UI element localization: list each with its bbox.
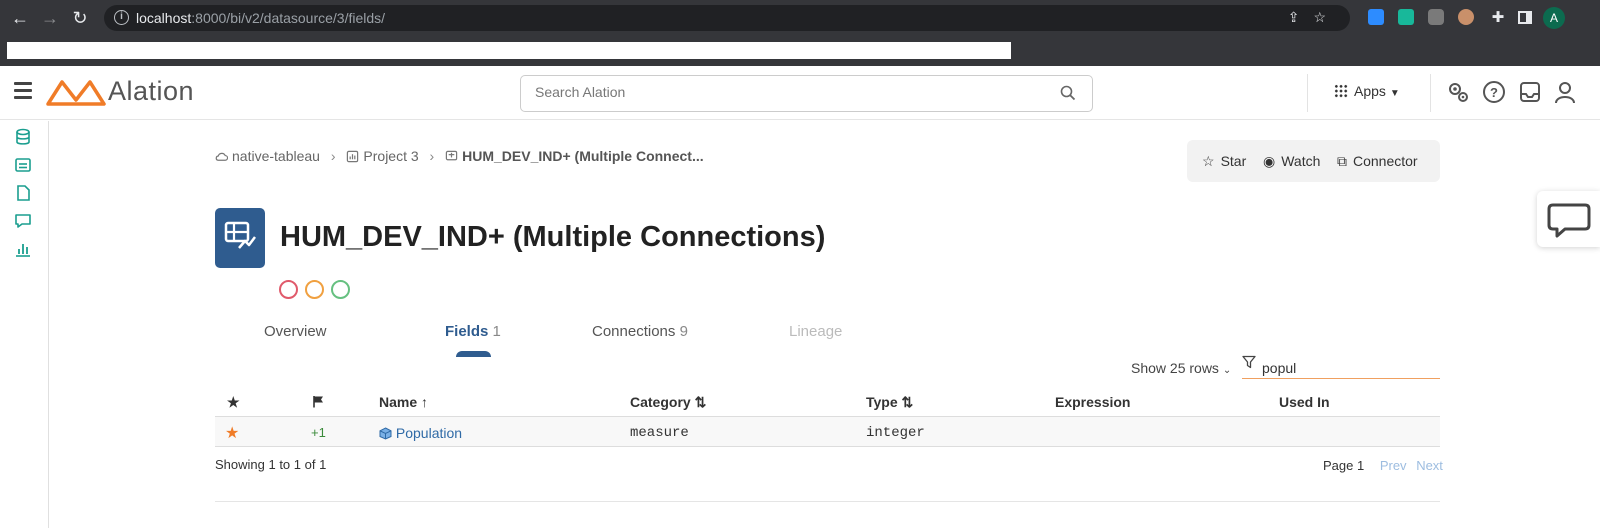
header-divider xyxy=(1430,74,1431,112)
avatar-extension-icon[interactable] xyxy=(1458,9,1474,25)
puzzle-extensions-icon[interactable]: ✚ xyxy=(1488,8,1508,28)
apps-menu[interactable]: Apps ▼ xyxy=(1334,83,1400,99)
datasource-icon xyxy=(445,150,458,161)
watch-button[interactable]: ◉ Watch xyxy=(1263,153,1320,170)
sort-asc-icon: ↑ xyxy=(421,394,429,410)
settings-gears-icon[interactable] xyxy=(1446,80,1470,104)
site-info-icon[interactable]: i xyxy=(114,10,129,25)
url-actions: ⇪☆ xyxy=(1288,9,1340,26)
connector-button[interactable]: ⧉ Connector xyxy=(1337,153,1418,170)
eye-icon: ◉ xyxy=(1263,153,1276,169)
column-category[interactable]: Category ⇅ xyxy=(630,394,706,411)
chat-bubble-icon xyxy=(1547,203,1591,238)
inbox-icon[interactable] xyxy=(1518,80,1542,104)
browser-chrome: ← → ↻ i localhost:8000/bi/v2/datasource/… xyxy=(0,0,1600,66)
help-icon[interactable]: ? xyxy=(1482,80,1506,104)
field-type: integer xyxy=(866,425,925,441)
status-dot-green[interactable] xyxy=(331,280,350,299)
reload-icon[interactable]: ↻ xyxy=(70,8,90,28)
star-button[interactable]: ☆ Star xyxy=(1202,153,1246,170)
status-dot-red[interactable] xyxy=(279,280,298,299)
bookmark-bar xyxy=(7,42,1011,59)
app-header: Alation Apps ▼ ? xyxy=(0,66,1600,120)
search-icon[interactable] xyxy=(1060,85,1076,101)
datasource-title-icon xyxy=(215,208,265,268)
table-filter[interactable] xyxy=(1242,355,1440,379)
database-icon[interactable] xyxy=(14,128,32,146)
star-column-icon[interactable]: ★ xyxy=(227,394,240,411)
measure-cube-icon xyxy=(379,427,392,440)
column-expression: Expression xyxy=(1055,394,1131,410)
search-input[interactable] xyxy=(535,84,1035,100)
filter-input[interactable] xyxy=(1262,360,1432,376)
tab-connections[interactable]: Connections 9 xyxy=(592,323,688,340)
showing-count: Showing 1 to 1 of 1 xyxy=(215,457,327,472)
breadcrumb-separator: › xyxy=(330,148,336,164)
camera-extension-icon[interactable] xyxy=(1428,9,1444,25)
divider xyxy=(215,501,1440,502)
tab-lineage: Lineage xyxy=(789,323,843,340)
user-profile-icon[interactable] xyxy=(1553,80,1577,104)
table-header: ★ Name ↑ Category ⇅ Type ⇅ Expression Us… xyxy=(215,386,1440,417)
object-actions: ☆ Star ◉ Watch ⧉ Connector xyxy=(1187,140,1440,182)
breadcrumb-separator: › xyxy=(429,148,435,164)
breadcrumb-item-site[interactable]: native-tableau xyxy=(232,148,320,164)
next-page-link: Next xyxy=(1416,458,1443,473)
pagination: Page 1 Prev Next xyxy=(1323,458,1443,473)
flag-column-icon[interactable] xyxy=(312,395,324,408)
page-number: Page 1 xyxy=(1323,458,1365,473)
chevron-down-icon: ⌄ xyxy=(1222,365,1232,376)
forward-icon[interactable]: → xyxy=(40,8,60,28)
cloud-icon xyxy=(215,152,228,161)
prev-page-link: Prev xyxy=(1379,458,1407,473)
sort-icon: ⇅ xyxy=(901,394,914,410)
column-type[interactable]: Type ⇅ xyxy=(866,394,913,411)
status-dot-orange[interactable] xyxy=(305,280,324,299)
browser-toolbar: ← → ↻ i localhost:8000/bi/v2/datasource/… xyxy=(0,0,1600,36)
document-icon[interactable] xyxy=(14,184,32,202)
sort-icon: ⇅ xyxy=(694,394,707,410)
left-rail xyxy=(0,121,49,528)
menu-icon[interactable] xyxy=(14,82,32,99)
address-bar[interactable]: i localhost:8000/bi/v2/datasource/3/fiel… xyxy=(104,5,1350,31)
filter-icon xyxy=(1242,355,1256,369)
external-link-icon: ⧉ xyxy=(1337,153,1347,169)
project-icon xyxy=(347,150,359,163)
breadcrumb: native-tableau › Project 3 › HUM_DEV_IND… xyxy=(215,148,704,164)
page-title: HUM_DEV_IND+ (Multiple Connections) xyxy=(280,221,826,253)
zoom-extension-icon[interactable] xyxy=(1368,9,1384,25)
rows-per-page-select[interactable]: Show 25 rows ⌄ xyxy=(1131,360,1231,376)
field-category: measure xyxy=(630,425,689,441)
breadcrumb-item-current: HUM_DEV_IND+ (Multiple Connect... xyxy=(462,148,704,164)
table-icon[interactable] xyxy=(14,156,32,174)
global-search[interactable] xyxy=(520,75,1093,112)
conversation-icon[interactable] xyxy=(14,212,32,230)
profile-avatar[interactable]: A xyxy=(1543,7,1565,29)
column-name[interactable]: Name ↑ xyxy=(379,394,428,410)
active-tab-indicator xyxy=(456,351,491,357)
starred-icon[interactable]: ★ xyxy=(225,423,239,443)
logo-text[interactable]: Alation xyxy=(108,76,194,107)
flag-count[interactable]: +1 xyxy=(311,425,326,440)
side-panel-icon[interactable] xyxy=(1518,11,1532,24)
header-divider xyxy=(1307,74,1308,112)
chat-button[interactable] xyxy=(1537,191,1600,247)
star-outline-icon: ☆ xyxy=(1202,153,1215,169)
column-used-in: Used In xyxy=(1279,394,1330,410)
share-icon[interactable]: ⇪ xyxy=(1288,9,1314,25)
tab-fields[interactable]: Fields 1 xyxy=(445,323,501,340)
tab-overview[interactable]: Overview xyxy=(264,323,327,340)
url-text[interactable]: localhost:8000/bi/v2/datasource/3/fields… xyxy=(136,10,385,26)
analytics-icon[interactable] xyxy=(14,240,32,258)
svg-text:?: ? xyxy=(1490,85,1498,100)
bookmark-star-icon[interactable]: ☆ xyxy=(1313,9,1340,25)
table-row: ★ +1 Population measure integer xyxy=(215,417,1440,447)
grid-icon xyxy=(1334,84,1348,98)
grammar-extension-icon[interactable] xyxy=(1398,9,1414,25)
field-name-link[interactable]: Population xyxy=(379,425,462,441)
back-icon[interactable]: ← xyxy=(10,8,30,28)
alation-logo-icon[interactable] xyxy=(46,78,106,108)
breadcrumb-item-project[interactable]: Project 3 xyxy=(363,148,418,164)
